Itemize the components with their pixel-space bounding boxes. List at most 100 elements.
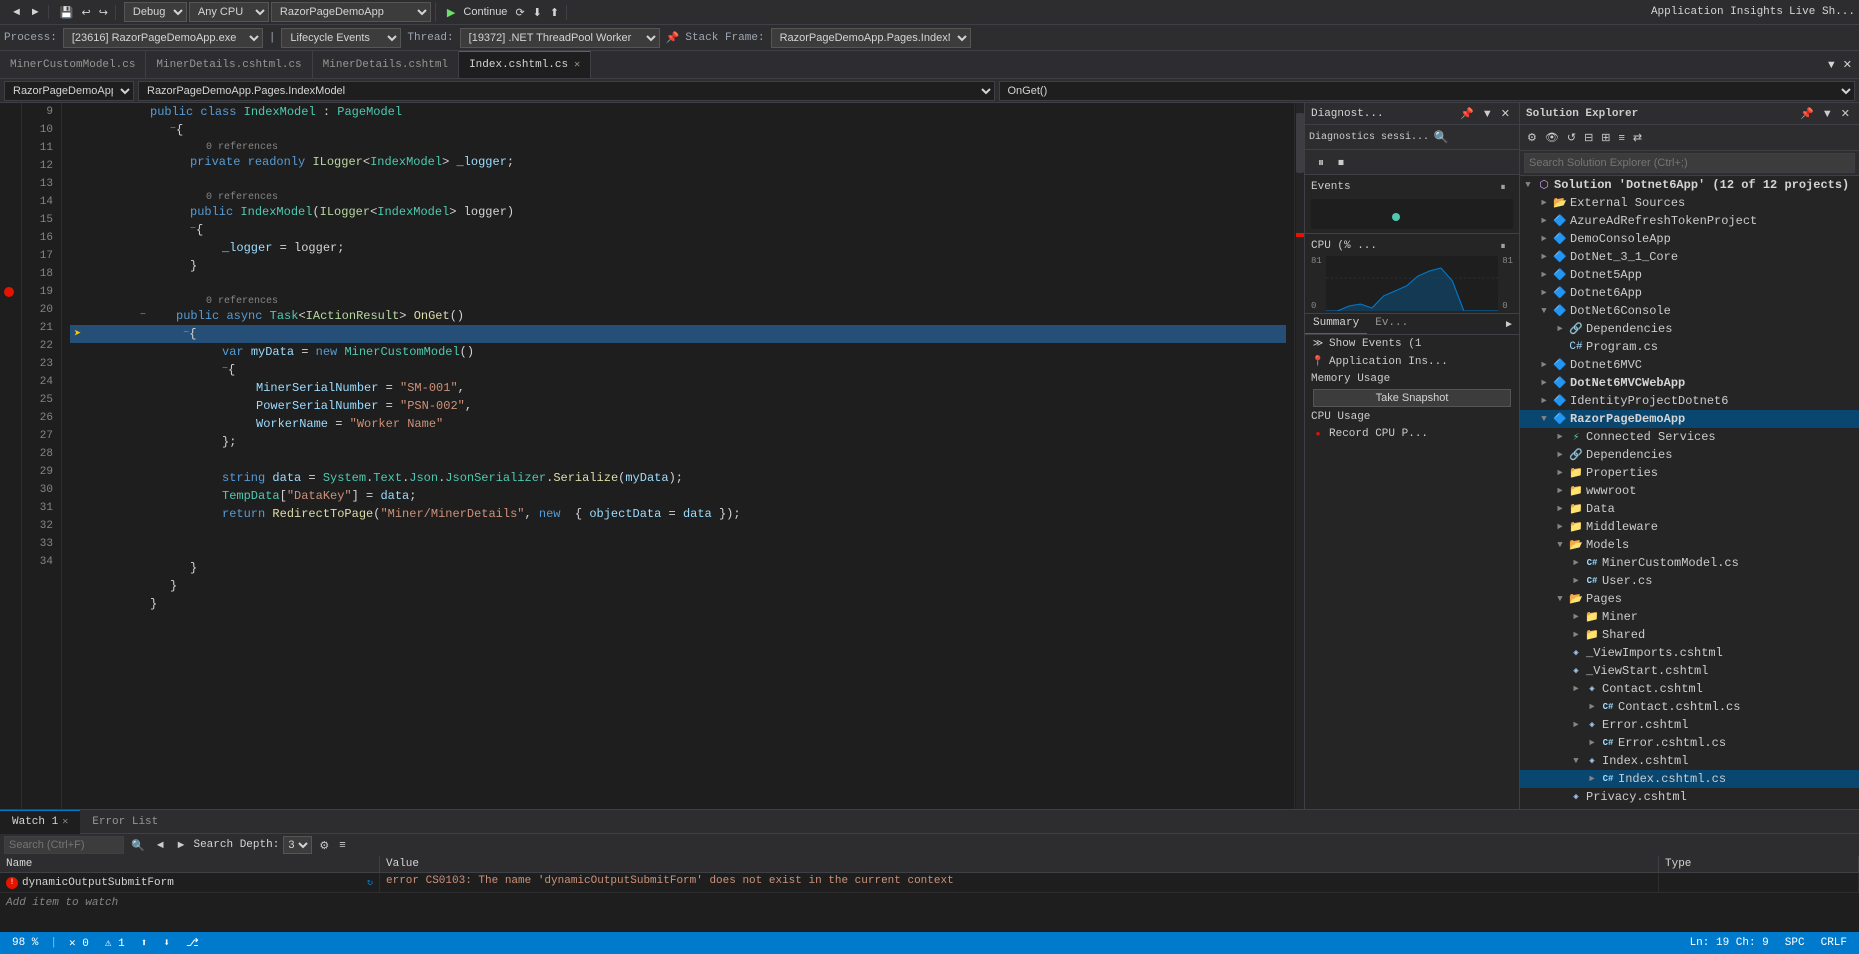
cpu-pause-btn[interactable]: ⏸ bbox=[1493, 236, 1513, 256]
dotnet31-toggle[interactable]: ► bbox=[1536, 252, 1552, 262]
back-btn[interactable]: ◄ bbox=[8, 5, 25, 19]
dotnet6console-item[interactable]: ▼ 🔷 DotNet6Console bbox=[1520, 302, 1859, 320]
memory-usage-row[interactable]: Memory Usage bbox=[1305, 371, 1519, 387]
solution-dropdown-btn[interactable]: ▼ bbox=[1819, 106, 1836, 121]
lifecycle-dropdown[interactable]: Lifecycle Events bbox=[281, 28, 401, 48]
dotnet6mvc-toggle[interactable]: ► bbox=[1536, 360, 1552, 370]
diag-stop-btn[interactable]: ⏹ bbox=[1331, 152, 1351, 172]
index-cshtml-item[interactable]: ▼ ◈ Index.cshtml bbox=[1520, 752, 1859, 770]
diagnostics-pin-btn[interactable]: 📌 bbox=[1457, 106, 1477, 121]
index-cs-toggle[interactable]: ► bbox=[1584, 774, 1600, 784]
deps-toggle[interactable]: ► bbox=[1552, 324, 1568, 334]
solution-pin-btn[interactable]: 📌 bbox=[1797, 106, 1817, 121]
editor-scrollbar[interactable] bbox=[1294, 103, 1304, 809]
dotnet6console-program-item[interactable]: C# Program.cs bbox=[1520, 338, 1859, 356]
identity-toggle[interactable]: ► bbox=[1536, 396, 1552, 406]
azure-toggle[interactable]: ► bbox=[1536, 216, 1552, 226]
watch1-tab[interactable]: Watch 1 ✕ bbox=[0, 810, 80, 834]
dotnet6mvcweb-item[interactable]: ► 🔷 DotNet6MVCWebApp bbox=[1520, 374, 1859, 392]
events-tab[interactable]: Ev... bbox=[1367, 314, 1416, 334]
solution-search-input[interactable] bbox=[1524, 153, 1855, 173]
privacy-item[interactable]: ◈ Privacy.cshtml bbox=[1520, 788, 1859, 806]
errors-item[interactable]: ✕ 0 bbox=[65, 936, 93, 950]
forward-btn[interactable]: ► bbox=[27, 5, 44, 19]
wwwroot-item[interactable]: ► 📁 wwwroot bbox=[1520, 482, 1859, 500]
index-cshtml-toggle[interactable]: ▼ bbox=[1568, 756, 1584, 766]
error-cshtml-toggle[interactable]: ► bbox=[1568, 720, 1584, 730]
collapse-btn-18[interactable]: − bbox=[140, 307, 146, 325]
sol-props-btn[interactable]: ⚙ bbox=[1524, 130, 1540, 145]
external-sources-item[interactable]: ► 📂 External Sources bbox=[1520, 194, 1859, 212]
diagnostics-dropdown-btn[interactable]: ▼ bbox=[1479, 106, 1496, 121]
sol-show-all-btn[interactable]: ≡ bbox=[1616, 131, 1628, 145]
close-all-btn[interactable]: ✕ bbox=[1840, 57, 1855, 72]
spaces-item[interactable]: SPC bbox=[1781, 937, 1809, 949]
identity-item[interactable]: ► 🔷 IdentityProjectDotnet6 bbox=[1520, 392, 1859, 410]
diagnostics-close-btn[interactable]: ✕ bbox=[1498, 106, 1513, 121]
watch1-close-icon[interactable]: ✕ bbox=[62, 816, 68, 828]
solution-root-item[interactable]: ▼ ⬡ Solution 'Dotnet6App' (12 of 12 proj… bbox=[1520, 176, 1859, 194]
miner-model-toggle[interactable]: ► bbox=[1568, 558, 1584, 568]
connected-toggle[interactable]: ► bbox=[1552, 432, 1568, 442]
dotnet6-item[interactable]: ► 🔷 Dotnet6App bbox=[1520, 284, 1859, 302]
take-snapshot-btn[interactable]: Take Snapshot bbox=[1313, 389, 1511, 407]
show-events-row[interactable]: ≫ Show Events (1 bbox=[1305, 335, 1519, 353]
stack-dropdown[interactable]: RazorPageDemoApp.Pages.IndexModel.O... bbox=[771, 28, 971, 48]
properties-item[interactable]: ► 📁 Properties bbox=[1520, 464, 1859, 482]
tab-miner-custom-model[interactable]: MinerCustomModel.cs bbox=[0, 51, 146, 79]
user-cs-item[interactable]: ► C# User.cs bbox=[1520, 572, 1859, 590]
error-cshtml-item[interactable]: ► ◈ Error.cshtml bbox=[1520, 716, 1859, 734]
external-toggle[interactable]: ► bbox=[1536, 198, 1552, 208]
tab-list-btn[interactable]: ▼ bbox=[1823, 58, 1840, 72]
forward-tab-btn[interactable]: ► bbox=[1499, 314, 1519, 334]
gutter-line-19[interactable] bbox=[0, 283, 18, 301]
miner-toggle[interactable]: ► bbox=[1568, 612, 1584, 622]
sol-filter-btn[interactable]: ⊞ bbox=[1598, 130, 1613, 145]
undo-btn[interactable]: ↩ bbox=[78, 5, 93, 20]
razor-deps-item[interactable]: ► 🔗 Dependencies bbox=[1520, 446, 1859, 464]
middleware-toggle[interactable]: ► bbox=[1552, 522, 1568, 532]
middleware-item[interactable]: ► 📁 Middleware bbox=[1520, 518, 1859, 536]
error-cs-toggle[interactable]: ► bbox=[1584, 738, 1600, 748]
contact-cshtml-item[interactable]: ► ◈ Contact.cshtml bbox=[1520, 680, 1859, 698]
sol-collapse-btn[interactable]: ⊟ bbox=[1581, 130, 1596, 145]
contact-cs-item[interactable]: ► C# Contact.cshtml.cs bbox=[1520, 698, 1859, 716]
pages-toggle[interactable]: ▼ bbox=[1552, 594, 1568, 604]
watch-settings-btn[interactable]: ⚙ bbox=[316, 838, 332, 853]
dotnet5-item[interactable]: ► 🔷 Dotnet5App bbox=[1520, 266, 1859, 284]
git-btn[interactable]: ⎇ bbox=[182, 936, 203, 950]
data-folder-item[interactable]: ► 📁 Data bbox=[1520, 500, 1859, 518]
method-location-dropdown[interactable]: OnGet() bbox=[999, 81, 1856, 101]
error-cs-item[interactable]: ► C# Error.cshtml.cs bbox=[1520, 734, 1859, 752]
shared-folder-item[interactable]: ► 📁 Shared bbox=[1520, 626, 1859, 644]
viewstart-item[interactable]: ◈ _ViewStart.cshtml bbox=[1520, 662, 1859, 680]
index-cs-item[interactable]: ► C# Index.cshtml.cs bbox=[1520, 770, 1859, 788]
sol-sync-btn[interactable]: ⇄ bbox=[1630, 130, 1645, 145]
contact-cshtml-toggle[interactable]: ► bbox=[1568, 684, 1584, 694]
solution-close-btn[interactable]: ✕ bbox=[1838, 106, 1853, 121]
miner-custom-model-item[interactable]: ► C# MinerCustomModel.cs bbox=[1520, 554, 1859, 572]
watch-var-name-0[interactable]: dynamicOutputSubmitForm bbox=[22, 877, 174, 889]
contact-cs-toggle[interactable]: ► bbox=[1584, 702, 1600, 712]
azure-project-item[interactable]: ► 🔷 AzureAdRefreshTokenProject bbox=[1520, 212, 1859, 230]
demo-toggle[interactable]: ► bbox=[1536, 234, 1552, 244]
redo-btn[interactable]: ↪ bbox=[96, 5, 111, 20]
diag-pause-btn[interactable]: ⏸ bbox=[1311, 152, 1331, 172]
dotnet6mvc-item[interactable]: ► 🔷 Dotnet6MVC bbox=[1520, 356, 1859, 374]
watch-search-input[interactable] bbox=[4, 836, 124, 854]
wwwroot-toggle[interactable]: ► bbox=[1552, 486, 1568, 496]
thread-dropdown[interactable]: [19372] .NET ThreadPool Worker bbox=[460, 28, 660, 48]
zoom-item[interactable]: 98 % bbox=[8, 937, 42, 949]
sol-refresh-btn[interactable]: ↺ bbox=[1564, 130, 1579, 145]
dotnet6console-deps-item[interactable]: ► 🔗 Dependencies bbox=[1520, 320, 1859, 338]
tab-miner-details-cshtml-cs[interactable]: MinerDetails.cshtml.cs bbox=[146, 51, 312, 79]
code-text-area[interactable]: public class IndexModel : PageModel − { … bbox=[62, 103, 1294, 809]
demo-console-item[interactable]: ► 🔷 DemoConsoleApp bbox=[1520, 230, 1859, 248]
app-insights-row[interactable]: 📍 Application Ins... bbox=[1305, 353, 1519, 371]
process-dropdown[interactable]: [23616] RazorPageDemoApp.exe bbox=[63, 28, 263, 48]
search-depth-dropdown[interactable]: 3 1 2 4 5 bbox=[283, 836, 312, 854]
watch-back-btn[interactable]: ◄ bbox=[152, 838, 169, 852]
watch-forward-btn[interactable]: ► bbox=[173, 838, 190, 852]
watch-format-btn[interactable]: ≡ bbox=[336, 838, 348, 852]
models-toggle[interactable]: ▼ bbox=[1552, 540, 1568, 550]
